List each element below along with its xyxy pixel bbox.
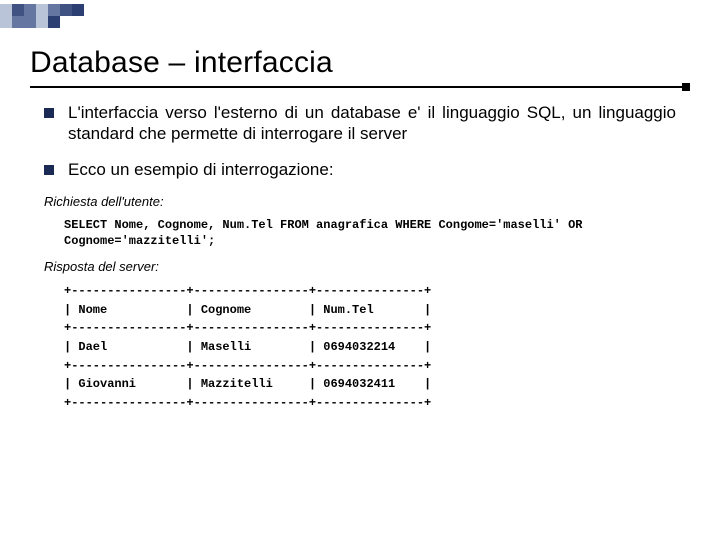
corner-decoration	[0, 4, 84, 28]
sql-query: SELECT Nome, Cognome, Num.Tel FROM anagr…	[44, 215, 676, 251]
sql-line: Cognome='mazzitelli';	[64, 234, 215, 248]
request-label: Richiesta dell'utente:	[44, 194, 676, 209]
table-row: +----------------+----------------+-----…	[64, 359, 431, 373]
table-row: +----------------+----------------+-----…	[64, 284, 431, 298]
bullet-icon	[44, 108, 54, 118]
bullet-text: Ecco un esempio di interrogazione:	[68, 159, 676, 180]
table-row: +----------------+----------------+-----…	[64, 321, 431, 335]
slide-content: L'interfaccia verso l'esterno di un data…	[0, 102, 720, 412]
table-row: +----------------+----------------+-----…	[64, 396, 431, 410]
bullet-icon	[44, 165, 54, 175]
table-row: | Dael | Maselli | 0694032214 |	[64, 340, 431, 354]
bullet-item: L'interfaccia verso l'esterno di un data…	[44, 102, 676, 145]
server-response-table: +----------------+----------------+-----…	[44, 280, 676, 412]
page-title: Database – interfaccia	[0, 0, 720, 86]
title-rule	[30, 86, 690, 88]
bullet-item: Ecco un esempio di interrogazione:	[44, 159, 676, 180]
table-row: | Nome | Cognome | Num.Tel |	[64, 303, 431, 317]
sql-line: SELECT Nome, Cognome, Num.Tel FROM anagr…	[64, 218, 582, 232]
response-label: Risposta del server:	[44, 259, 676, 274]
table-row: | Giovanni | Mazzitelli | 0694032411 |	[64, 377, 431, 391]
bullet-text: L'interfaccia verso l'esterno di un data…	[68, 102, 676, 145]
